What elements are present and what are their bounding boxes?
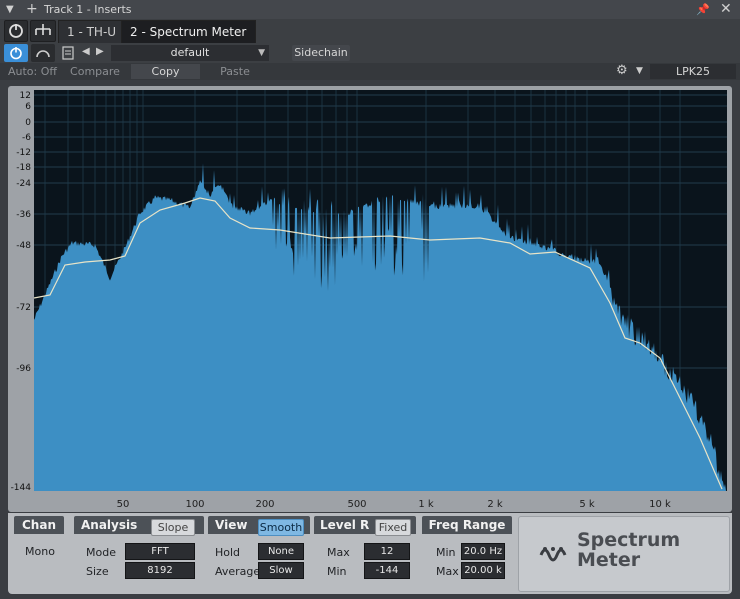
- y-tick-label: 0: [25, 118, 31, 128]
- logo-line-2: Meter: [577, 549, 641, 571]
- mode-label: Mode: [86, 546, 116, 559]
- y-tick-label: -18: [16, 163, 31, 173]
- chevron-down-icon: ▼: [258, 48, 265, 58]
- level-min-label: Min: [327, 565, 347, 578]
- chan-header: Chan: [14, 516, 64, 534]
- spectrum-chart: 126 0 -6 -12 -18 -24 -36 -48 -72 -96 -144 50 100 200…: [10, 88, 730, 510]
- compare-button[interactable]: Compare: [60, 64, 130, 79]
- insert-tab-row: 1 - TH-U 2 - Spectrum Meter: [0, 19, 740, 44]
- routing-icon[interactable]: [30, 20, 56, 42]
- x-tick-label: 500: [347, 499, 366, 510]
- level-max-label: Max: [327, 546, 350, 559]
- x-tick-label: 100: [185, 499, 204, 510]
- size-label: Size: [86, 565, 109, 578]
- freq-max-label: Max: [436, 565, 459, 578]
- logo-line-1: Spectrum: [577, 529, 681, 551]
- x-tick-label: 10 k: [649, 499, 671, 510]
- y-tick-label: -96: [16, 364, 31, 374]
- tab-1-th-u[interactable]: 1 - TH-U: [58, 20, 126, 44]
- copy-button[interactable]: Copy: [131, 64, 200, 79]
- title-bar: ▼ + Track 1 - Inserts 📌 ✕: [0, 0, 740, 20]
- plugin-power-button[interactable]: [4, 44, 28, 62]
- y-tick-label: -12: [16, 148, 31, 158]
- compare-toggle-icon[interactable]: [31, 44, 55, 62]
- action-row: Auto: Off Compare Copy Paste ⚙ ▼ LPK25: [0, 63, 740, 80]
- smooth-toggle[interactable]: Smooth: [258, 519, 304, 536]
- fixed-toggle[interactable]: Fixed: [375, 519, 411, 536]
- tab-2-spectrum-meter[interactable]: 2 - Spectrum Meter: [121, 20, 256, 44]
- preset-select[interactable]: default ▼: [111, 45, 269, 61]
- automation-status[interactable]: Auto: Off: [8, 65, 57, 78]
- gear-dropdown-icon[interactable]: ▼: [636, 66, 643, 76]
- preset-list-icon[interactable]: [60, 45, 76, 61]
- presonus-logo-icon: [539, 547, 567, 562]
- freq-max-field[interactable]: 20.00 k: [461, 562, 505, 579]
- slope-toggle[interactable]: Slope: [151, 519, 195, 536]
- paste-button[interactable]: Paste: [202, 64, 268, 79]
- hold-label: Hold: [215, 546, 241, 559]
- y-tick-label: -24: [16, 179, 31, 189]
- chan-value[interactable]: Mono: [25, 545, 55, 558]
- x-tick-label: 200: [255, 499, 274, 510]
- y-tick-label: -72: [16, 303, 31, 313]
- logo-area: Spectrum Meter: [518, 516, 730, 592]
- y-tick-label: -144: [11, 483, 32, 493]
- x-tick-label: 50: [117, 499, 130, 510]
- pin-icon[interactable]: 📌: [696, 3, 710, 16]
- hold-field[interactable]: None: [258, 543, 304, 560]
- size-field[interactable]: 8192: [125, 562, 195, 579]
- collapse-arrow-icon[interactable]: ▼: [6, 4, 14, 15]
- average-field[interactable]: Slow: [258, 562, 304, 579]
- bypass-power-icon[interactable]: [4, 20, 28, 42]
- window-title: Track 1 - Inserts: [44, 3, 132, 16]
- level-min-field[interactable]: -144: [364, 562, 410, 579]
- control-panel: Chan Mono Analysis Slope Mode FFT Size 8…: [8, 513, 732, 594]
- average-label: Average: [215, 565, 261, 578]
- x-tick-label: 2 k: [487, 499, 503, 510]
- y-tick-label: -6: [22, 133, 31, 143]
- y-tick-label: 6: [25, 102, 31, 112]
- sidechain-button[interactable]: Sidechain: [292, 45, 350, 61]
- freq-min-label: Min: [436, 546, 456, 559]
- gear-icon[interactable]: ⚙: [616, 63, 628, 78]
- freq-min-field[interactable]: 20.0 Hz: [461, 543, 505, 560]
- add-icon[interactable]: +: [26, 1, 38, 17]
- y-tick-label: -36: [16, 210, 31, 220]
- level-max-field[interactable]: 12: [364, 543, 410, 560]
- preset-row: ◀ ▶ default ▼ Sidechain: [0, 43, 740, 63]
- y-tick-label: -48: [16, 241, 31, 251]
- next-preset-icon[interactable]: ▶: [96, 46, 104, 57]
- device-label[interactable]: LPK25: [650, 64, 736, 79]
- close-icon[interactable]: ✕: [720, 1, 732, 17]
- y-tick-label: 12: [20, 91, 31, 101]
- x-tick-label: 5 k: [579, 499, 595, 510]
- mode-field[interactable]: FFT: [125, 543, 195, 560]
- x-tick-label: 1 k: [418, 499, 434, 510]
- prev-preset-icon[interactable]: ◀: [82, 46, 90, 57]
- freq-range-header: Freq Range: [422, 516, 512, 534]
